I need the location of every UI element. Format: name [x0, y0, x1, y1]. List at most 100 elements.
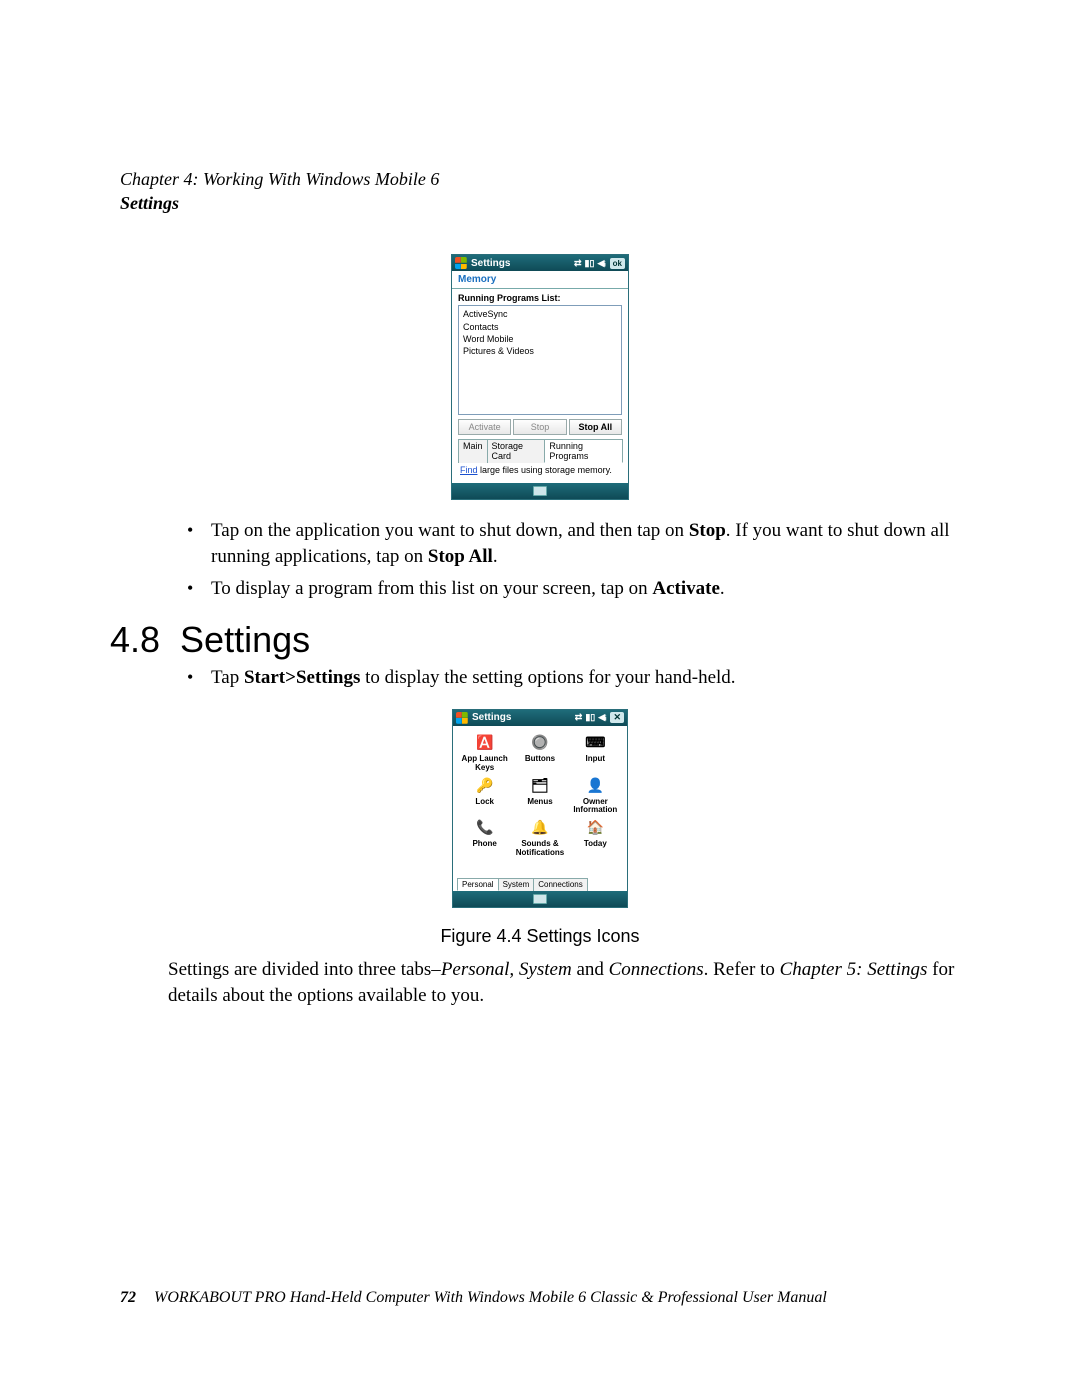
- settings-icon-grid: 🅰️App Launch Keys🔘Buttons⌨Input🔑Lock🗂Men…: [453, 726, 627, 878]
- wm-status-icons: ⇄ ▮▯ ◀ᵢ: [575, 713, 607, 722]
- settings-app-icon[interactable]: 👤Owner Information: [568, 775, 623, 816]
- sounds-notifications-icon: 🔔: [529, 817, 551, 839]
- windows-start-icon: [456, 712, 468, 724]
- tab-main[interactable]: Main: [458, 439, 488, 463]
- section-heading: 4.8 Settings: [110, 619, 960, 661]
- list-item[interactable]: Pictures & Videos: [463, 345, 617, 357]
- connectivity-icon: ⇄: [574, 259, 582, 268]
- keyboard-icon[interactable]: [533, 486, 547, 496]
- app-label: App Launch Keys: [457, 755, 512, 773]
- app-label: Menus: [512, 798, 567, 807]
- page-number: 72: [120, 1289, 136, 1307]
- wm-title: Settings: [471, 258, 570, 269]
- connectivity-icon: ⇄: [575, 713, 583, 722]
- buttons-icon: 🔘: [529, 732, 551, 754]
- settings-app-icon[interactable]: 🔘Buttons: [512, 732, 567, 773]
- tab-connections[interactable]: Connections: [533, 878, 587, 891]
- text: to display the setting options for your …: [360, 667, 735, 688]
- settings-app-icon[interactable]: 🏠Today: [568, 817, 623, 858]
- app-label: Owner Information: [568, 798, 623, 816]
- running-header-chapter: Chapter 4: Working With Windows Mobile 6: [120, 168, 960, 191]
- wm-status-icons: ⇄ ▮▯ ◀ᵢ: [574, 259, 606, 268]
- close-button[interactable]: ✕: [610, 712, 624, 723]
- owner-information-icon: 👤: [584, 775, 606, 797]
- signal-icon: ▮▯: [585, 713, 595, 722]
- running-header-section: Settings: [120, 193, 960, 214]
- phone-icon: 📞: [474, 817, 496, 839]
- windows-start-icon: [455, 257, 467, 269]
- figure-caption: Figure 4.4 Settings Icons: [120, 926, 960, 947]
- tab-personal[interactable]: Personal: [457, 878, 499, 891]
- bold-text: Stop: [689, 520, 726, 541]
- list-item[interactable]: Contacts: [463, 321, 617, 333]
- italic-text: Chapter 5: Settings: [780, 959, 928, 980]
- settings-app-icon[interactable]: 🔑Lock: [457, 775, 512, 816]
- running-programs-label: Running Programs List:: [458, 293, 622, 303]
- wm-title: Settings: [472, 712, 571, 723]
- instruction-list-1: Tap on the application you want to shut …: [175, 518, 960, 601]
- stop-button[interactable]: Stop: [513, 419, 566, 435]
- bold-text: Start>Settings: [244, 667, 360, 688]
- running-programs-listbox[interactable]: ActiveSync Contacts Word Mobile Pictures…: [458, 305, 622, 415]
- text: and: [572, 959, 609, 980]
- text: .: [720, 578, 725, 599]
- section-title: Settings: [180, 619, 310, 661]
- bold-text: Activate: [652, 578, 720, 599]
- screenshot-memory-running-programs: Settings ⇄ ▮▯ ◀ᵢ ok Memory Running Progr…: [451, 254, 629, 500]
- settings-app-icon[interactable]: 🔔Sounds & Notifications: [512, 817, 567, 858]
- memory-tab-label[interactable]: Memory: [452, 271, 628, 289]
- keyboard-icon[interactable]: [533, 894, 547, 904]
- find-link[interactable]: Find: [460, 465, 478, 475]
- hint-text: large files using storage memory.: [478, 465, 612, 475]
- bullet-item: To display a program from this list on y…: [175, 576, 960, 602]
- section-number: 4.8: [110, 619, 160, 661]
- app-label: Phone: [457, 840, 512, 849]
- text: .: [493, 546, 498, 567]
- tab-storage-card[interactable]: Storage Card: [487, 439, 546, 463]
- text: To display a program from this list on y…: [211, 578, 652, 599]
- page-footer: 72 WORKABOUT PRO Hand-Held Computer With…: [120, 1289, 960, 1307]
- wm-titlebar: Settings ⇄ ▮▯ ◀ᵢ ✕: [453, 710, 627, 726]
- text: Tap on the application you want to shut …: [211, 520, 689, 541]
- menus-icon: 🗂: [529, 775, 551, 797]
- volume-icon: ◀ᵢ: [598, 713, 606, 722]
- settings-app-icon[interactable]: 🗂Menus: [512, 775, 567, 816]
- list-item[interactable]: Word Mobile: [463, 333, 617, 345]
- text: Settings are divided into three tabs–: [168, 959, 441, 980]
- app-label: Sounds & Notifications: [512, 840, 567, 858]
- list-item[interactable]: ActiveSync: [463, 308, 617, 320]
- volume-icon: ◀ᵢ: [597, 259, 605, 268]
- wm-titlebar: Settings ⇄ ▮▯ ◀ᵢ ok: [452, 255, 628, 271]
- app-launch-keys-icon: 🅰️: [474, 732, 496, 754]
- app-label: Buttons: [512, 755, 567, 764]
- signal-icon: ▮▯: [585, 259, 595, 268]
- instruction-list-2: Tap Start>Settings to display the settin…: [175, 665, 960, 691]
- screenshot-settings-icons: Settings ⇄ ▮▯ ◀ᵢ ✕ 🅰️App Launch Keys🔘But…: [452, 709, 628, 908]
- bullet-item: Tap Start>Settings to display the settin…: [175, 665, 960, 691]
- wm-softbar: [453, 891, 627, 907]
- italic-text: Connections: [609, 959, 704, 980]
- text: Tap: [211, 667, 244, 688]
- settings-app-icon[interactable]: ⌨Input: [568, 732, 623, 773]
- input-icon: ⌨: [584, 732, 606, 754]
- wm-softbar: [452, 483, 628, 499]
- ok-button[interactable]: ok: [610, 258, 625, 269]
- settings-app-icon[interactable]: 🅰️App Launch Keys: [457, 732, 512, 773]
- activate-button[interactable]: Activate: [458, 419, 511, 435]
- app-label: Lock: [457, 798, 512, 807]
- lock-icon: 🔑: [474, 775, 496, 797]
- settings-app-icon[interactable]: 📞Phone: [457, 817, 512, 858]
- text: . Refer to: [704, 959, 780, 980]
- italic-text: Personal, System: [441, 959, 572, 980]
- storage-hint: Find large files using storage memory.: [458, 463, 622, 479]
- app-label: Today: [568, 840, 623, 849]
- app-label: Input: [568, 755, 623, 764]
- tab-running-programs[interactable]: Running Programs: [544, 439, 623, 463]
- tab-system[interactable]: System: [498, 878, 535, 891]
- stop-all-button[interactable]: Stop All: [569, 419, 622, 435]
- bullet-item: Tap on the application you want to shut …: [175, 518, 960, 569]
- footer-title: WORKABOUT PRO Hand-Held Computer With Wi…: [154, 1289, 827, 1307]
- today-icon: 🏠: [584, 817, 606, 839]
- closing-paragraph: Settings are divided into three tabs–Per…: [168, 957, 960, 1008]
- bold-text: Stop All: [428, 546, 493, 567]
